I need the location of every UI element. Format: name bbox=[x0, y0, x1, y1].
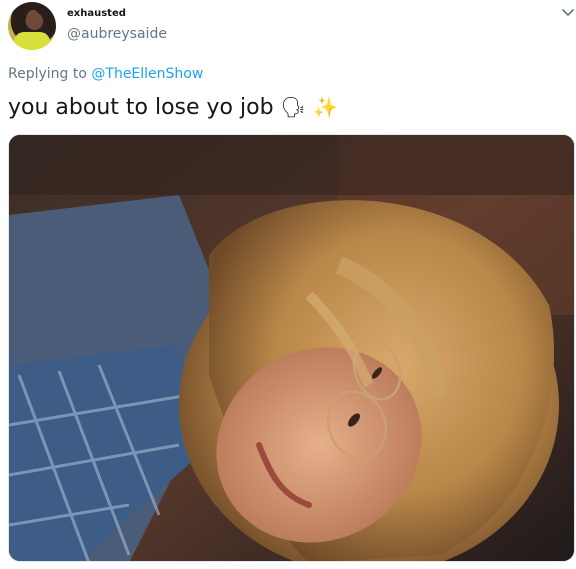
reply-context: Replying to @TheEllenShow bbox=[8, 66, 203, 82]
avatar[interactable] bbox=[8, 2, 56, 50]
avatar-face bbox=[26, 10, 40, 28]
tweet-body: you about to lose yo job bbox=[8, 95, 274, 120]
photo-image bbox=[9, 135, 574, 561]
tweet-text: you about to lose yo job 🗣 ✨ bbox=[8, 95, 338, 120]
avatar-shirt bbox=[14, 32, 50, 50]
tweet-photo[interactable] bbox=[8, 134, 575, 562]
speaking-head-emoji: 🗣 bbox=[280, 95, 306, 119]
sparkles-emoji: ✨ bbox=[312, 95, 338, 119]
user-handle[interactable]: @aubreysaide bbox=[67, 26, 167, 42]
reply-mention-link[interactable]: @TheEllenShow bbox=[91, 66, 203, 82]
display-name[interactable]: exhausted bbox=[67, 8, 126, 19]
chevron-down-icon[interactable] bbox=[561, 8, 575, 18]
reply-prefix: Replying to bbox=[8, 66, 87, 82]
